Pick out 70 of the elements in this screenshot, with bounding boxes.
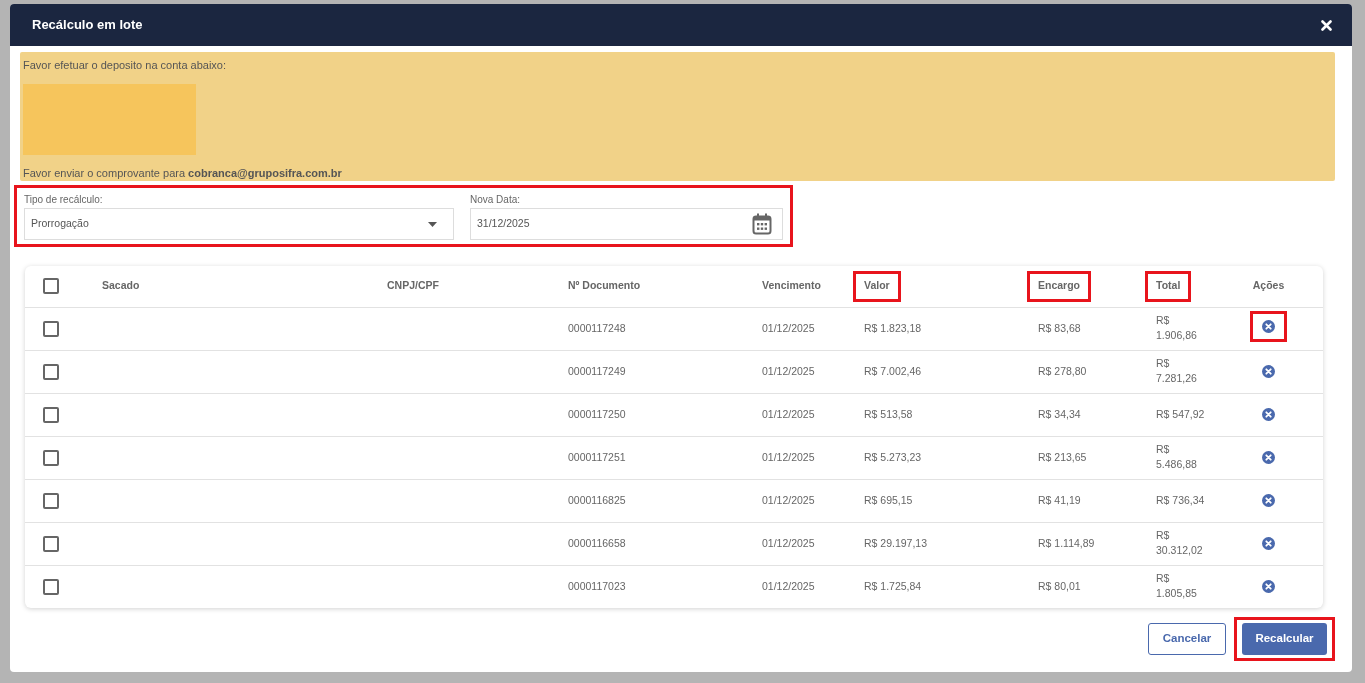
table-cell: 01/12/2025	[762, 579, 815, 592]
remove-icon[interactable]	[1262, 319, 1275, 333]
column-header: Vencimento	[762, 279, 821, 292]
table-cell: R$ 29.197,13	[864, 536, 928, 549]
remove-icon[interactable]	[1262, 408, 1275, 421]
notice-text: Favor efetuar o deposito na conta abaixo:	[23, 58, 228, 73]
modal-title: Recálculo em lote	[32, 16, 143, 35]
row-checkbox[interactable]	[43, 535, 59, 552]
row-checkbox[interactable]	[43, 578, 59, 595]
table-cell: R$ 736,34	[1156, 492, 1206, 508]
calendar-icon[interactable]	[752, 213, 772, 235]
column-header: Total	[1156, 278, 1181, 291]
table-cell: R$ 1.823,18	[864, 321, 922, 334]
select-all-checkbox[interactable]	[43, 278, 59, 295]
remove-icon[interactable]	[1262, 580, 1275, 594]
notice-text: Favor enviar o comprovante para cobranca@gruposifra.com.br	[23, 165, 343, 181]
table-cell: 0000117249	[568, 364, 626, 377]
table-cell: 01/12/2025	[762, 536, 815, 549]
table-cell: R$ 695,15	[864, 493, 913, 506]
table-cell: 0000117251	[568, 450, 626, 463]
remove-icon[interactable]	[1262, 537, 1275, 550]
row-checkbox[interactable]	[43, 492, 59, 509]
table-cell: R$ 5.273,23	[864, 450, 922, 463]
table-cell: 01/12/2025	[762, 364, 815, 377]
column-header: Sacado	[102, 279, 140, 292]
table-cell: R$ 80,01	[1038, 579, 1081, 592]
table-cell: 0000116825	[568, 493, 626, 506]
table-cell: 01/12/2025	[762, 407, 815, 420]
row-checkbox[interactable]	[43, 363, 59, 380]
row-checkbox[interactable]	[43, 449, 59, 466]
table-cell: R$ 513,58	[864, 407, 913, 420]
table-cell: 0000116658	[568, 536, 626, 549]
table-cell: 0000117248	[568, 321, 626, 334]
table-cell: 01/12/2025	[762, 450, 815, 463]
column-header: Valor	[864, 278, 890, 291]
table-cell: R$ 83,68	[1038, 321, 1081, 334]
table-cell: 01/12/2025	[762, 493, 815, 506]
remove-icon[interactable]	[1262, 365, 1275, 378]
column-header: Nº Documento	[568, 279, 641, 292]
cancel-button[interactable]: Cancelar	[1148, 623, 1226, 655]
table-cell: R$ 7.002,46	[864, 364, 922, 377]
row-checkbox[interactable]	[43, 320, 59, 337]
table-cell: 01/12/2025	[762, 321, 815, 334]
recalculate-button[interactable]: Recalcular	[1242, 623, 1327, 655]
table-cell: 0000117023	[568, 579, 626, 592]
table-cell: R$ 1.725,84	[864, 579, 922, 592]
caret-icon	[428, 221, 437, 227]
column-header: Ações	[1252, 279, 1285, 292]
remove-icon[interactable]	[1262, 494, 1275, 507]
remove-icon[interactable]	[1262, 451, 1275, 464]
column-header: Encargo	[1038, 278, 1080, 291]
table-cell-text: R$ 7.281,26	[1156, 356, 1198, 387]
field-label: Nova Data:	[470, 193, 522, 207]
close-icon[interactable]	[1321, 19, 1332, 31]
row-checkbox[interactable]	[43, 406, 59, 423]
select-field[interactable]: Prorrogação	[24, 208, 454, 240]
table-cell-text: R$ 1.906,86	[1156, 313, 1198, 344]
table-cell: R$ 547,92	[1156, 406, 1206, 422]
table-cell: R$ 213,65	[1038, 450, 1087, 463]
table-cell: R$ 278,80	[1038, 364, 1087, 377]
table-cell: R$ 1.114,89	[1038, 536, 1095, 549]
field-label: Tipo de recálculo:	[24, 193, 104, 207]
table-cell: R$ 34,34	[1038, 407, 1081, 420]
date-field[interactable]: 31/12/2025	[470, 208, 783, 240]
table-cell-text: R$ 1.805,85	[1156, 571, 1198, 602]
table-cell-text: R$ 5.486,88	[1156, 442, 1198, 473]
table-cell: 0000117250	[568, 407, 626, 420]
table-cell: R$ 41,19	[1038, 493, 1081, 506]
table-cell-text: R$ 30.312,02	[1156, 528, 1204, 559]
column-header: CNPJ/CPF	[387, 279, 439, 292]
